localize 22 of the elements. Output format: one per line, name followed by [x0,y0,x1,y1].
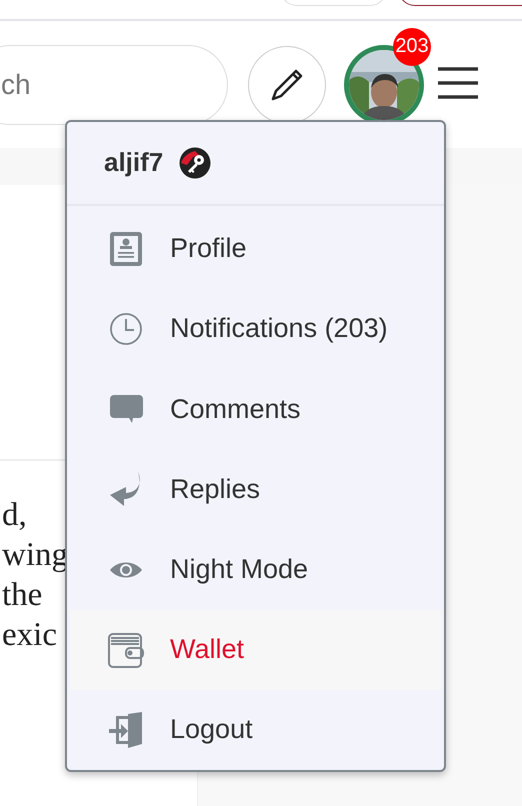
wallet-icon [108,632,144,668]
article-text: the [2,576,42,615]
menu-item[interactable]: Notifications (203) [70,288,441,370]
article-text: d, [2,496,27,535]
article-text: exic [2,616,57,655]
article-text: wing [2,536,68,575]
search-field[interactable]: ch [0,44,228,124]
menu-item[interactable]: Wallet [70,610,441,690]
menu-item[interactable]: Profile [70,208,441,289]
menu-icon [438,67,478,99]
clock-icon [108,310,144,347]
menu-item[interactable]: Replies [70,449,441,530]
logout-door-icon [108,712,144,748]
menu-item[interactable]: Night Mode [70,529,441,610]
menu-item[interactable]: Comments [70,369,441,450]
key-badge-icon [179,146,212,179]
profile-card-icon [108,230,144,267]
pencil-icon [270,68,304,102]
notification-count: 203 [393,28,431,66]
menu-item[interactable]: Logout [70,690,441,770]
menu-button[interactable] [438,67,478,102]
username: aljif7 [104,147,164,178]
